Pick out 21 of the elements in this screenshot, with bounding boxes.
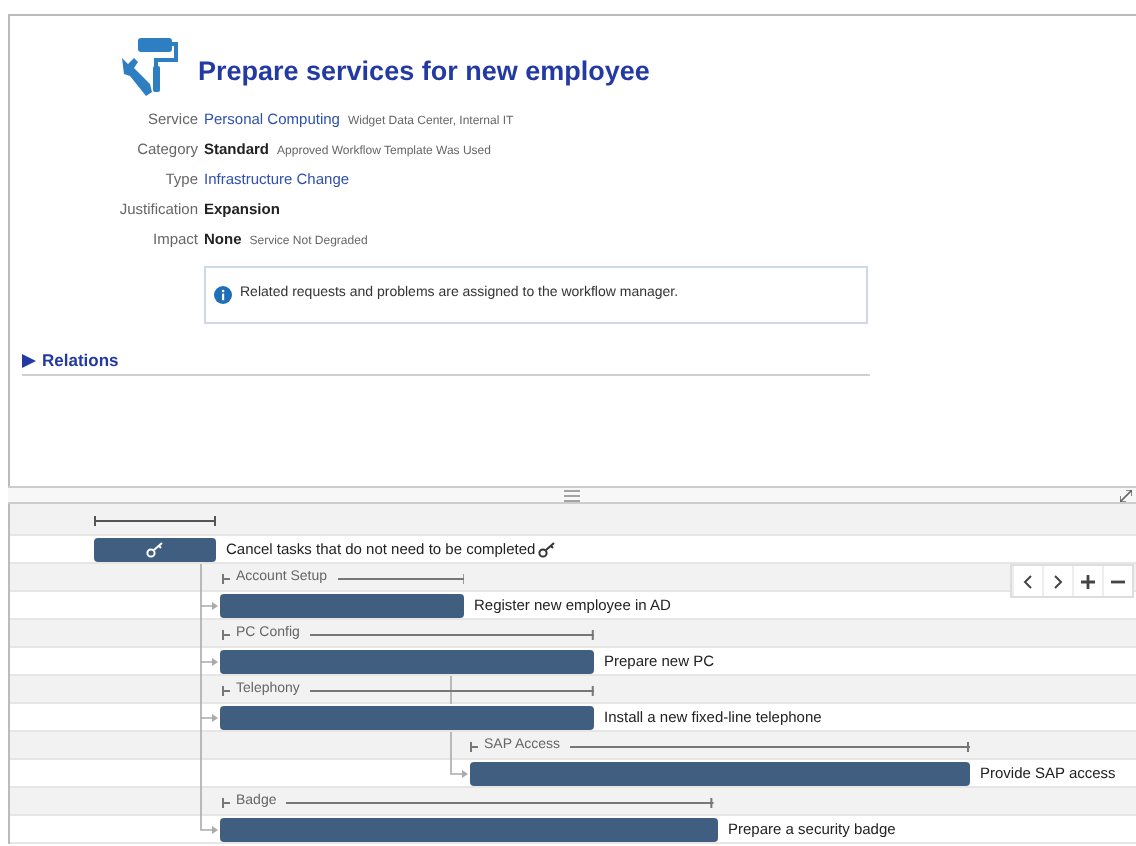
span-start-tick bbox=[222, 573, 230, 583]
chevron-left-icon bbox=[1020, 573, 1036, 589]
group-span-line bbox=[337, 573, 464, 583]
connector-line bbox=[450, 676, 454, 704]
key-icon bbox=[146, 542, 164, 558]
chevron-right-icon bbox=[1050, 573, 1066, 589]
plus-icon bbox=[1080, 573, 1096, 589]
wrench-roller-icon bbox=[118, 36, 178, 100]
span-start-tick bbox=[222, 685, 230, 695]
span-start-tick bbox=[222, 629, 230, 639]
info-icon bbox=[214, 286, 232, 304]
expand-icon[interactable] bbox=[1120, 490, 1132, 502]
span-start-tick bbox=[222, 797, 230, 807]
menu-icon bbox=[564, 489, 580, 501]
summary-span-line bbox=[94, 516, 216, 526]
span-start-tick bbox=[470, 741, 478, 751]
task-bar[interactable] bbox=[94, 538, 216, 562]
relations-toggle[interactable]: Relations bbox=[22, 347, 119, 373]
disclosure-triangle-icon bbox=[22, 353, 36, 367]
key-icon bbox=[537, 542, 556, 558]
page-title: Prepare services for new employee bbox=[198, 53, 650, 90]
